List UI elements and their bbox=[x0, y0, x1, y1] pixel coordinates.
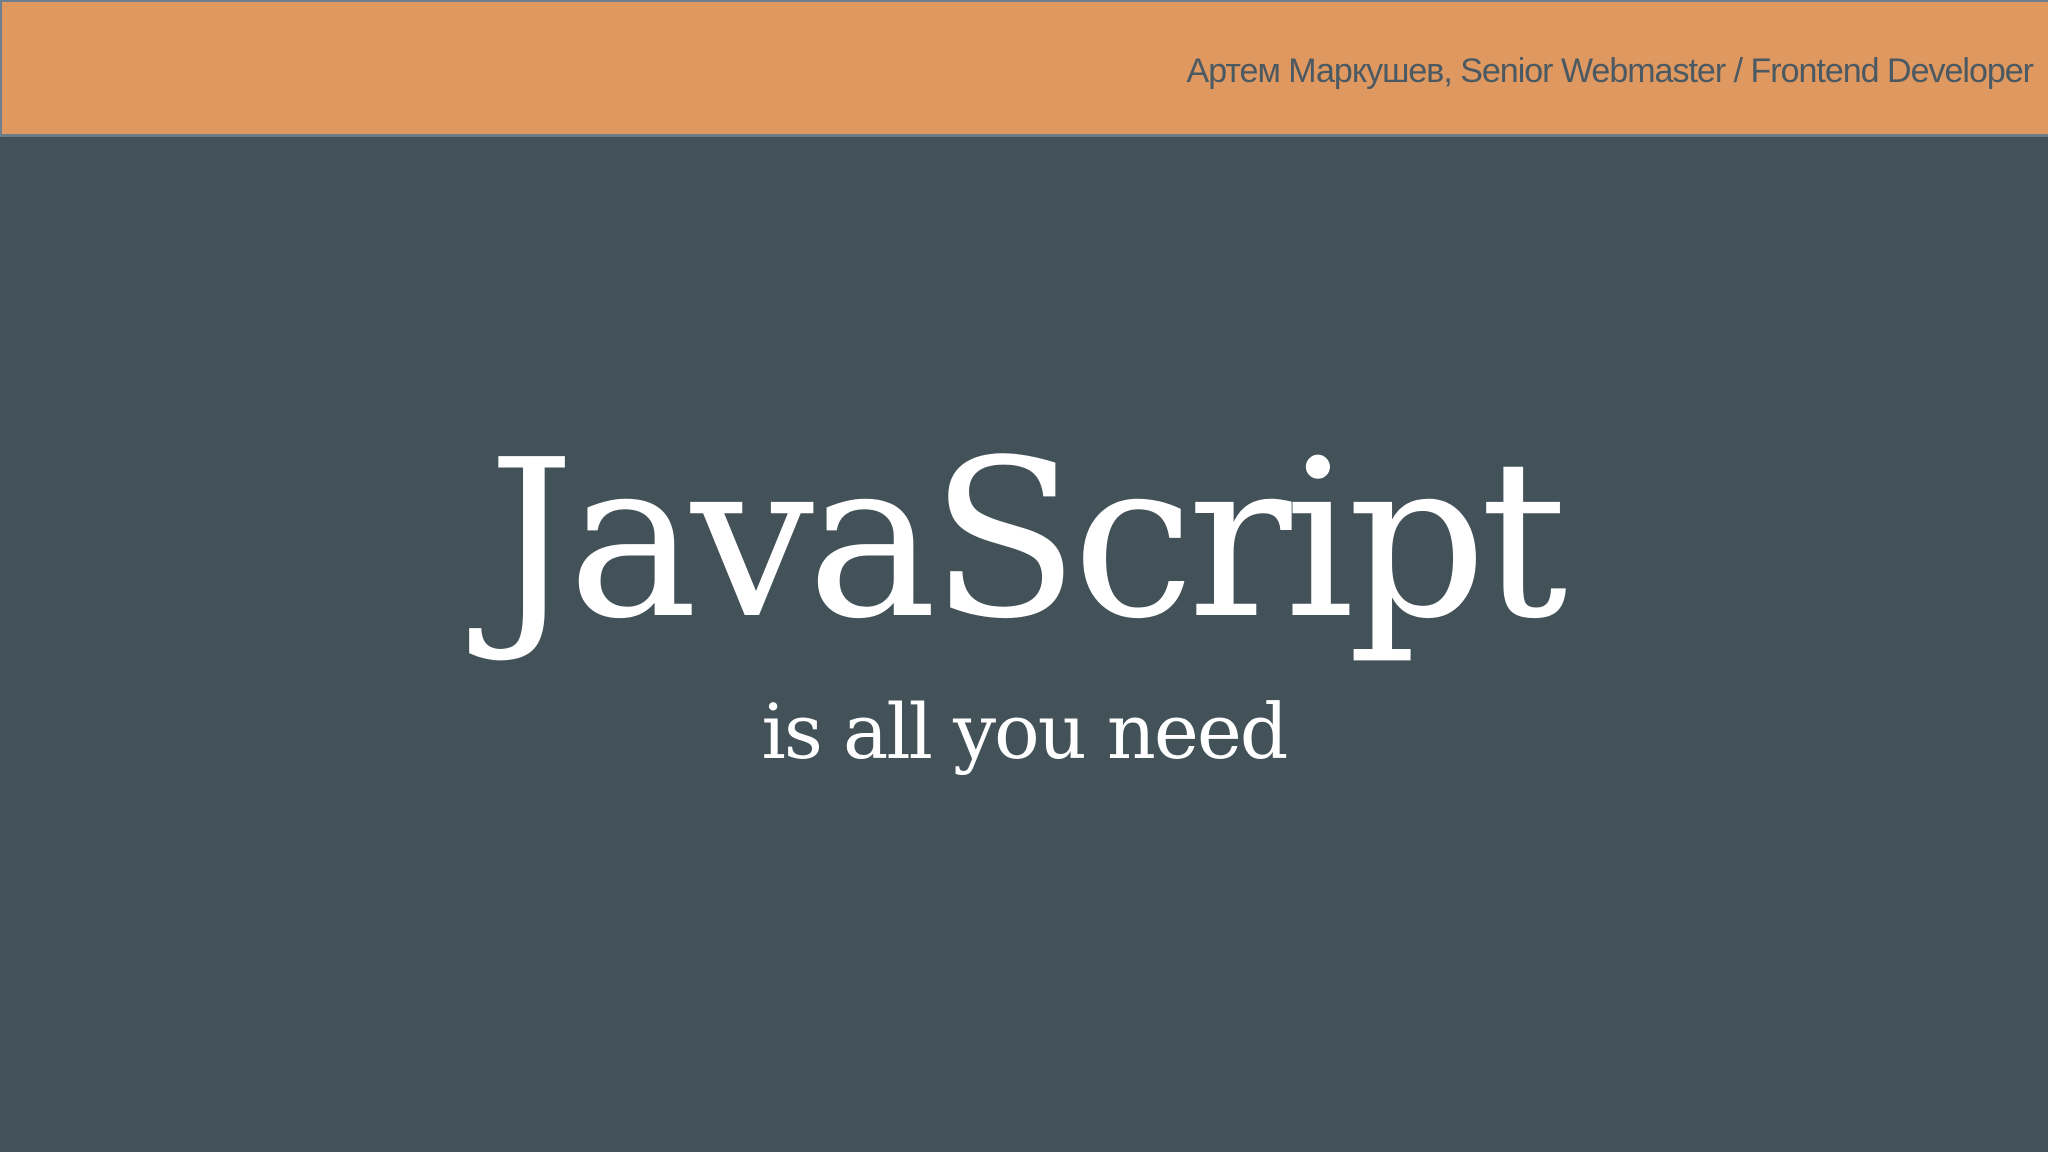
title-block: JavaScript is all you need bbox=[0, 396, 2048, 782]
header-bar: Артем Маркушев, Senior Webmaster / Front… bbox=[0, 0, 2048, 137]
presentation-slide: Артем Маркушев, Senior Webmaster / Front… bbox=[0, 0, 2048, 1152]
slide-subtitle: is all you need bbox=[761, 687, 1289, 776]
author-credit: Артем Маркушев, Senior Webmaster / Front… bbox=[1186, 52, 2034, 90]
slide-title: JavaScript bbox=[487, 414, 1567, 667]
